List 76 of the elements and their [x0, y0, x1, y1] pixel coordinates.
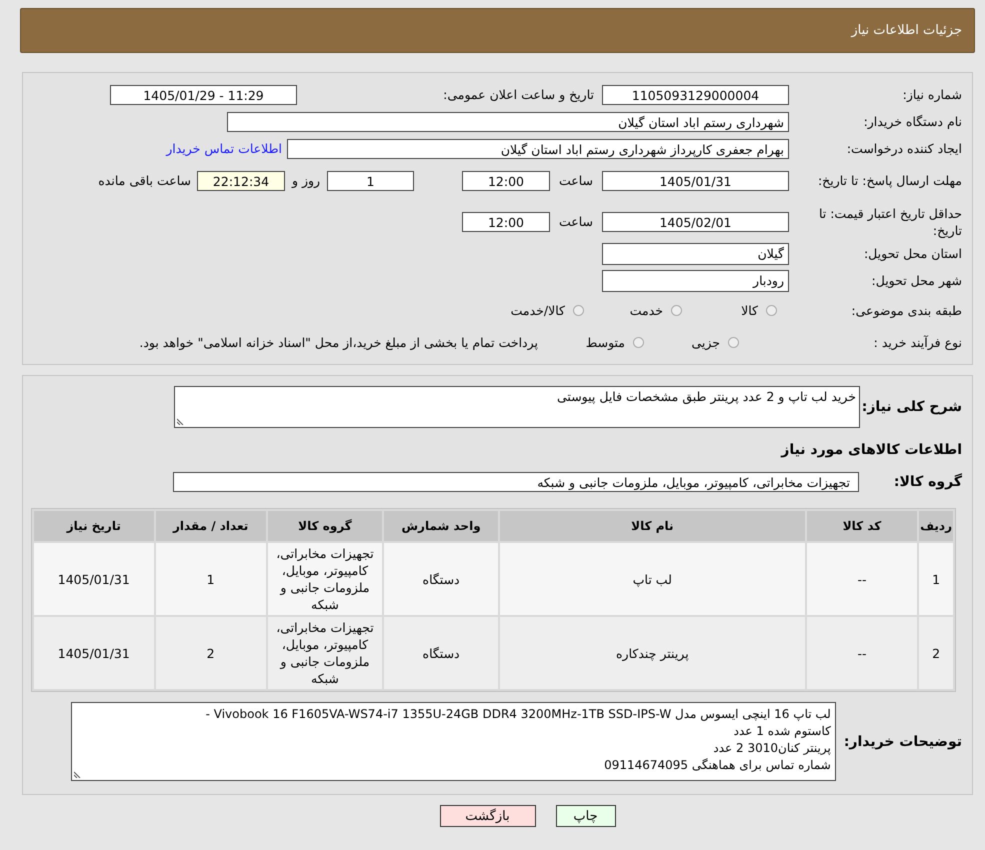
field-label: ساعت باقی مانده	[98, 173, 191, 188]
table-cell: دستگاه	[384, 617, 498, 689]
field-label: شرح کلی نیاز:	[860, 398, 962, 415]
description-text: خرید لب تاپ و 2 عدد پرینتر طبق مشخصات فایل پیوستی	[557, 389, 856, 404]
resize-grip-icon[interactable]	[177, 418, 184, 425]
column-header: ردیف	[919, 511, 953, 541]
buyer-contact-link[interactable]: اطلاعات تماس خریدار	[166, 141, 282, 156]
need-number-field: 1105093129000004	[602, 84, 789, 104]
notes-line: شماره تماس برای هماهنگی 09114674095	[603, 757, 831, 774]
table-cell: --	[806, 617, 918, 689]
purchase-note: پرداخت تمام یا بخشی از مبلغ خرید،از محل "اسناد خزانه اسلامی" خواهد بود.	[139, 334, 538, 350]
field-label: ایجاد کننده درخواست:	[846, 141, 962, 156]
field-label: استان محل تحویل:	[862, 246, 962, 261]
table-cell: دستگاه	[384, 543, 498, 615]
column-header: واحد شمارش	[384, 511, 498, 541]
table-cell: تجهیزات مخابراتی، کامپیوتر، موبایل، ملزومات جانبی و شبکه	[268, 543, 382, 615]
radio-button[interactable]	[766, 305, 777, 316]
table-cell: تجهیزات مخابراتی، کامپیوتر، موبایل، ملزومات جانبی و شبکه	[268, 617, 382, 689]
description-field[interactable]: خرید لب تاپ و 2 عدد پرینتر طبق مشخصات فایل پیوستی	[174, 386, 860, 428]
radio-button[interactable]	[573, 305, 584, 316]
field-label: توضیحات خریدار:	[844, 734, 962, 750]
table-cell: 2	[156, 617, 266, 689]
field-label: تاریخ و ساعت اعلان عمومی:	[442, 87, 595, 102]
column-header: تاریخ نیاز	[34, 511, 154, 541]
date-field: 1405/01/31	[602, 170, 789, 190]
field-label: طبقه بندی موضوعی:	[850, 303, 962, 318]
radio-label: کالا	[741, 303, 758, 318]
item-group-field: تجهیزات مخابراتی، کامپیوتر، موبایل، ملزومات جانبی و شبکه	[173, 472, 859, 492]
buyer-notes-field[interactable]: لب تاپ 16 اینچی ایسوس مدل Vivobook 16 F1605VA-WS74-i7 1355U-24GB DDR4 3200MHz-1TB SSD-IPS-W - کاستوم شده 1 عدد پرینتر کنان3010 2 عدد شماره تماس برای هماهنگی 09114674095	[70, 702, 836, 781]
column-header: نام کالا	[500, 511, 805, 541]
days-field: 1	[327, 170, 414, 190]
table-cell: 1405/01/31	[34, 617, 154, 689]
table-cell: 1	[919, 543, 953, 615]
back-button[interactable]: بازگشت	[440, 805, 536, 827]
field-label: ساعت	[558, 214, 594, 229]
field-label: حداقل تاریخ اعتبار قیمت: تا تاریخ:	[818, 204, 962, 238]
section-heading: اطلاعات کالاهای مورد نیاز	[781, 441, 962, 460]
radio-label: خدمت	[630, 303, 663, 318]
notes-line: پرینتر کنان3010 2 عدد	[712, 740, 831, 757]
radio-label: متوسط	[586, 334, 625, 350]
radio-button[interactable]	[671, 305, 682, 316]
date-field: 1405/02/01	[602, 212, 789, 232]
field-label: شماره نیاز:	[902, 87, 962, 102]
field-label: ساعت	[558, 173, 594, 188]
notes-line: کاستوم شده 1 عدد	[732, 723, 831, 740]
time-field: 12:00	[462, 212, 550, 232]
resize-grip-icon[interactable]	[74, 771, 81, 778]
column-header: تعداد / مقدار	[156, 511, 266, 541]
column-header: گروه کالا	[268, 511, 382, 541]
city-field: رودبار	[602, 270, 789, 292]
announce-date-field: 1405/01/29 - 11:29	[110, 84, 297, 104]
page-title: جزئیات اطلاعات نیاز	[851, 23, 962, 38]
column-header: کد کالا	[806, 511, 918, 541]
table-cell: لب تاپ	[500, 543, 805, 615]
field-label: شهر محل تحویل:	[870, 273, 962, 288]
requester-field: بهرام جعفری کارپرداز شهرداری رستم اباد استان گیلان	[287, 138, 789, 158]
table-cell: --	[806, 543, 918, 615]
field-label: مهلت ارسال پاسخ: تا تاریخ:	[816, 172, 962, 189]
province-field: گیلان	[602, 242, 789, 264]
radio-button[interactable]	[728, 336, 739, 348]
radio-label: جزیی	[691, 334, 720, 350]
table-cell: 1	[156, 543, 266, 615]
field-label: نوع فرآیند خرید :	[872, 334, 962, 350]
field-label: روز و	[290, 173, 322, 188]
table-cell: پرینتر چندکاره	[500, 617, 805, 689]
notes-line: لب تاپ 16 اینچی ایسوس مدل Vivobook 16 F1605VA-WS74-i7 1355U-24GB DDR4 3200MHz-1TB SSD-IPS-W -	[204, 706, 831, 723]
print-button[interactable]: چاپ	[556, 805, 616, 827]
field-label: نام دستگاه خریدار:	[862, 114, 962, 129]
buyer-org-field: شهرداری رستم اباد استان گیلان	[227, 112, 789, 132]
radio-label: کالا/خدمت	[510, 303, 565, 318]
table-cell: 1405/01/31	[34, 543, 154, 615]
remaining-time-field: 22:12:34	[197, 170, 285, 190]
radio-button[interactable]	[633, 336, 644, 348]
table-cell: 2	[919, 617, 953, 689]
field-label: گروه کالا:	[892, 474, 962, 490]
time-field: 12:00	[462, 170, 550, 190]
